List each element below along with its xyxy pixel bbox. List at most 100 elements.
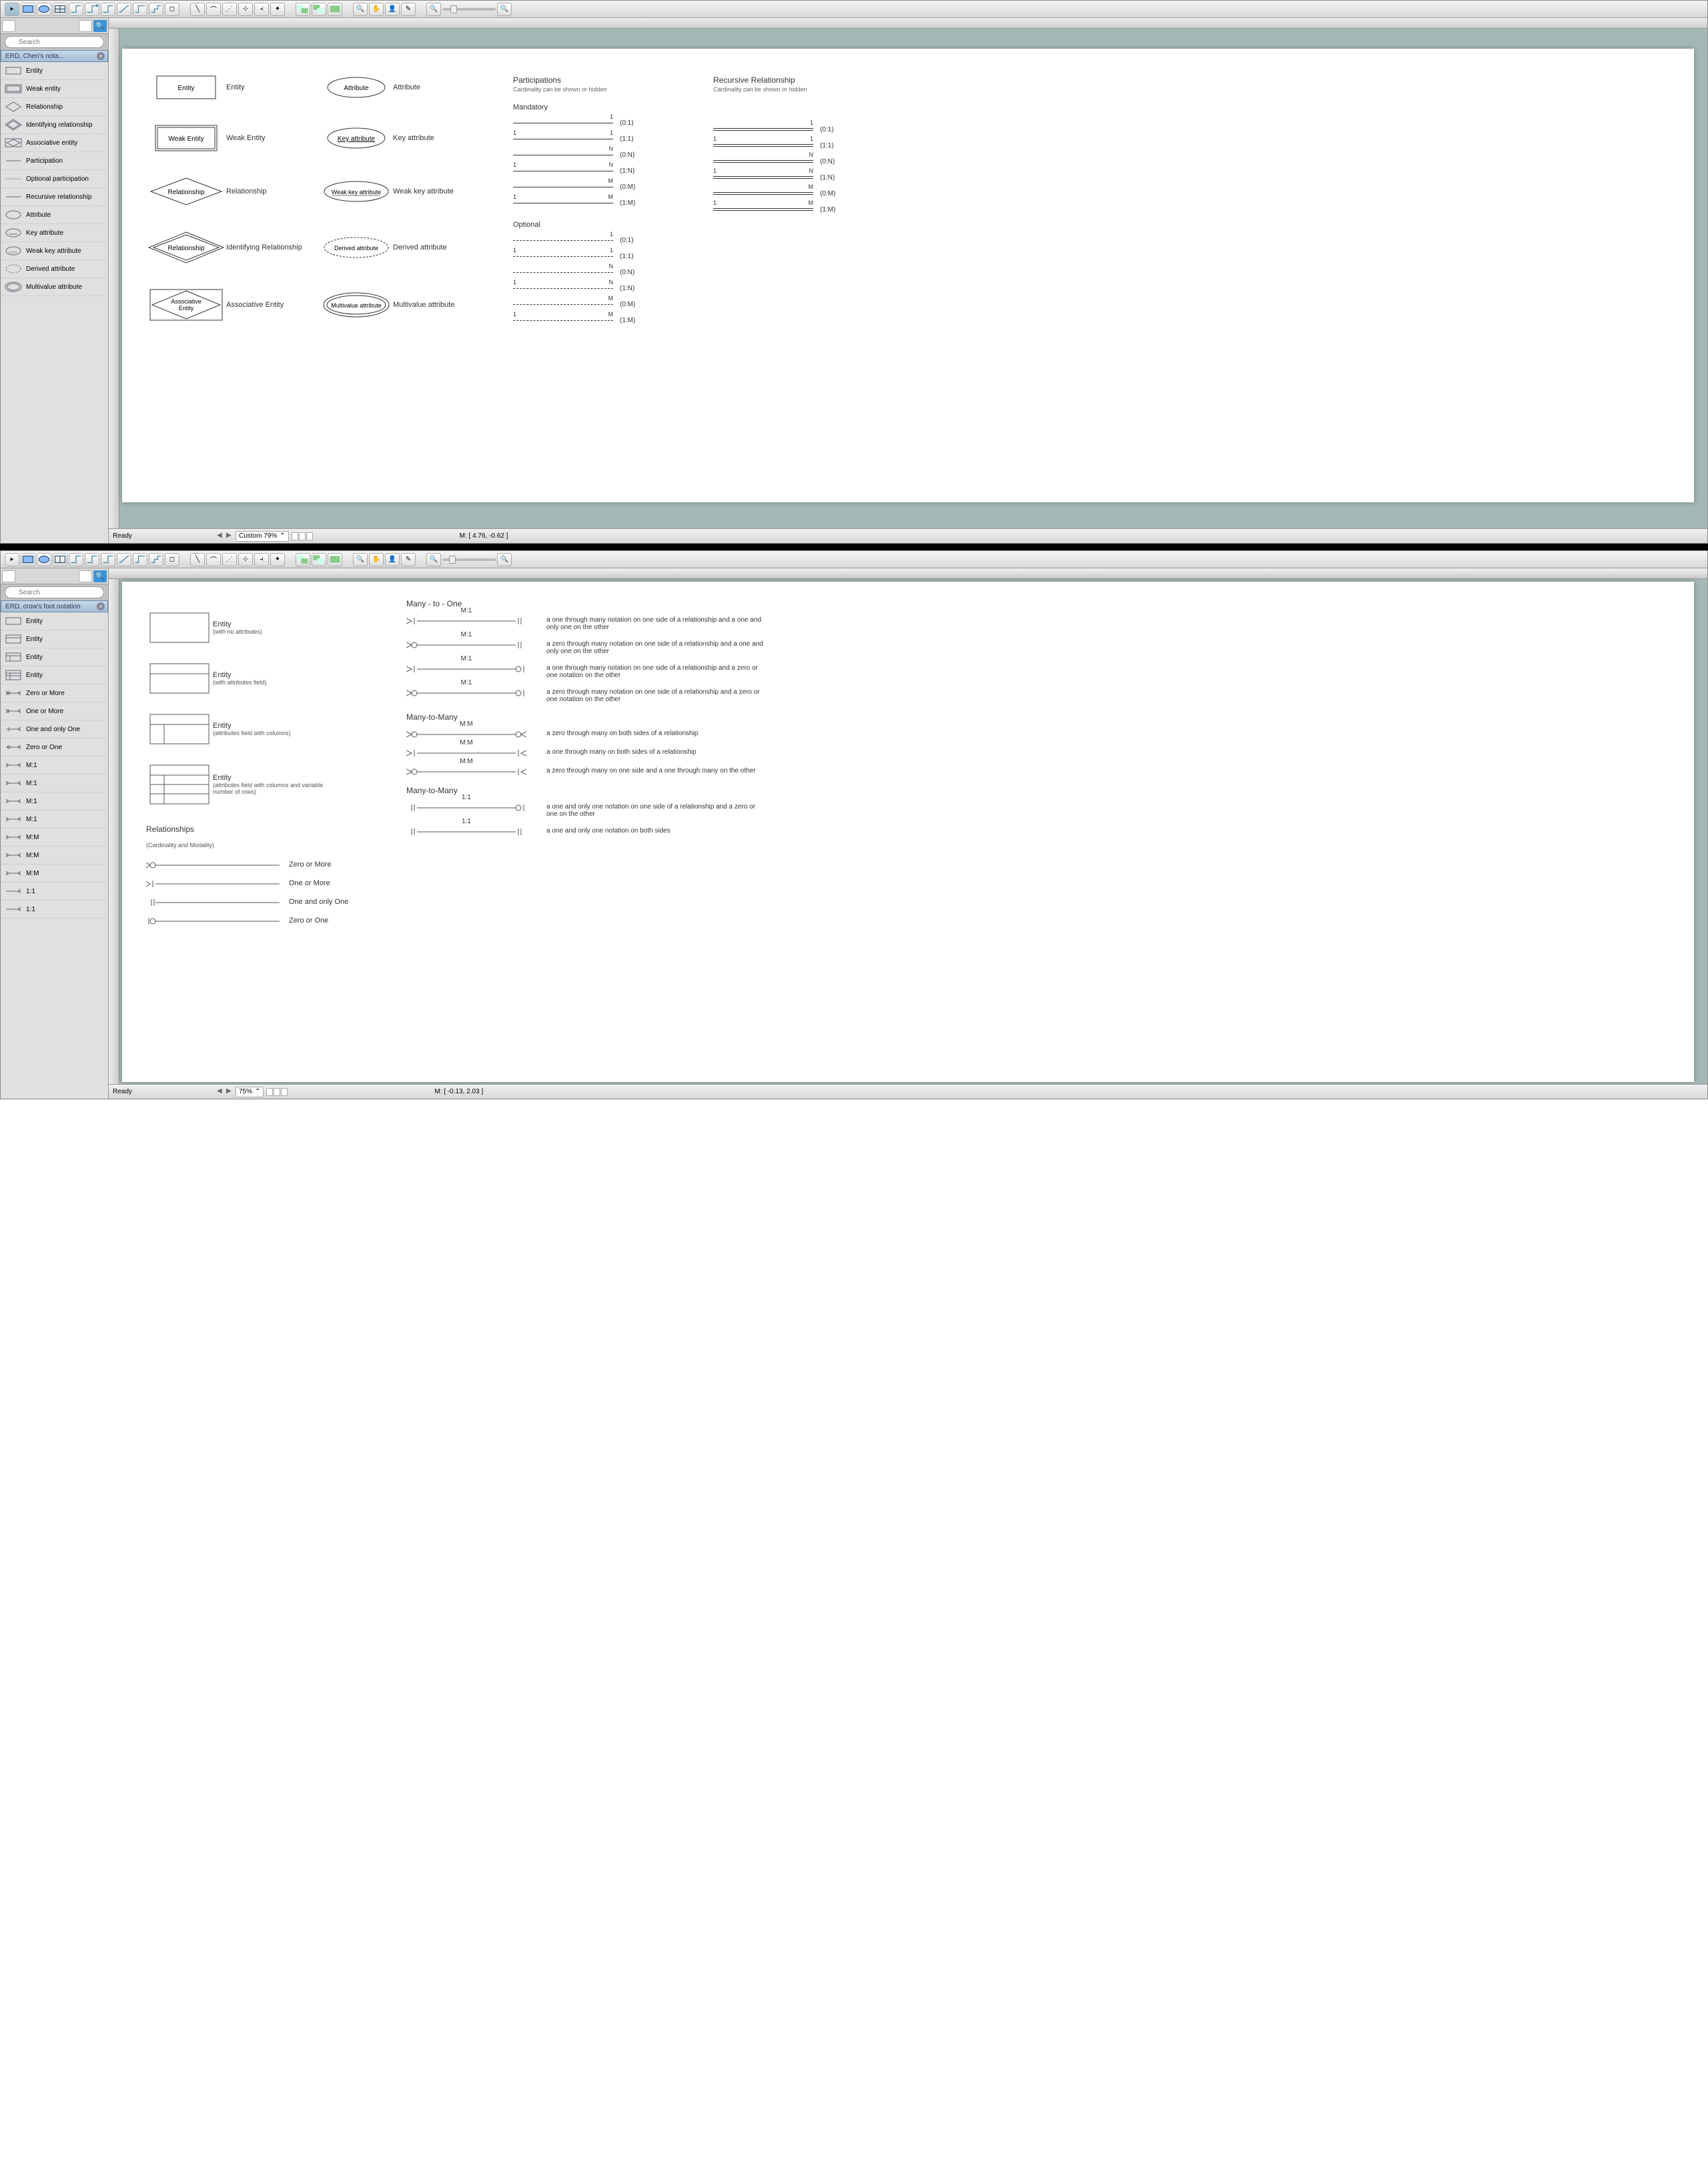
- canvas[interactable]: Entity Entity Attribute AttributeWeak En…: [122, 49, 1694, 502]
- line-tool-2[interactable]: ⌒: [206, 553, 221, 566]
- page-layout-3[interactable]: [281, 1088, 288, 1096]
- text-tool[interactable]: ◻: [165, 553, 179, 566]
- line-tool-4[interactable]: ⊹: [238, 553, 253, 566]
- zoom-slider[interactable]: [442, 558, 496, 561]
- participation-row[interactable]: 11 (1:1): [513, 133, 700, 145]
- rel-line[interactable]: [146, 917, 280, 926]
- hand-tool[interactable]: ✋: [369, 3, 384, 16]
- participation-row[interactable]: 1 (0:1): [513, 234, 700, 246]
- library-item[interactable]: Entity: [1, 612, 108, 630]
- participation-row[interactable]: 11 (1:1): [713, 139, 900, 151]
- library-item[interactable]: Zero or More: [1, 684, 108, 702]
- zoom-out[interactable]: 🔍: [426, 553, 441, 566]
- library-item[interactable]: One or More: [1, 702, 108, 720]
- connector-tool-2[interactable]: [85, 3, 99, 16]
- page-layout-1[interactable]: [266, 1088, 273, 1096]
- rel-line[interactable]: 1:1: [406, 803, 526, 813]
- line-tool-2[interactable]: ⌒: [206, 3, 221, 16]
- line-tool-3[interactable]: ⋰: [222, 553, 237, 566]
- library-item[interactable]: Entity: [1, 62, 108, 80]
- connector-tool-4[interactable]: [117, 3, 131, 16]
- line-tool-6[interactable]: ✦: [270, 553, 285, 566]
- library-item[interactable]: 1:1: [1, 883, 108, 901]
- text-tool[interactable]: ◻: [165, 3, 179, 16]
- zoom-control[interactable]: Custom 79%⌃: [236, 531, 289, 542]
- search-toggle[interactable]: 🔍: [93, 570, 107, 582]
- stamp-tool[interactable]: 👤: [385, 553, 400, 566]
- zoom-control[interactable]: 75%⌃: [236, 1087, 264, 1097]
- attr-shape-2[interactable]: Weak key attribute: [320, 180, 393, 203]
- connector-tool-6[interactable]: [149, 3, 163, 16]
- participation-row[interactable]: 1N (1:N): [513, 282, 700, 294]
- close-library-icon[interactable]: ×: [97, 602, 105, 610]
- library-item[interactable]: Key attribute: [1, 224, 108, 242]
- library-item[interactable]: Relationship: [1, 98, 108, 116]
- library-header[interactable]: ERD, crow's foot notation ×: [1, 600, 108, 612]
- participation-row[interactable]: 1M (1:M): [513, 314, 700, 326]
- participation-row[interactable]: 1N (1:N): [713, 171, 900, 183]
- zoom-tool[interactable]: 🔍: [353, 3, 368, 16]
- library-item[interactable]: Optional participation: [1, 170, 108, 188]
- library-item[interactable]: Entity: [1, 648, 108, 666]
- connector-tool-6[interactable]: [149, 553, 163, 566]
- library-item[interactable]: Participation: [1, 152, 108, 170]
- participation-row[interactable]: M (0:M): [513, 181, 700, 193]
- library-item[interactable]: M:M: [1, 865, 108, 883]
- line-tool-6[interactable]: ✦: [270, 3, 285, 16]
- participation-row[interactable]: M (0:M): [713, 187, 900, 199]
- group-tool-3[interactable]: [328, 3, 342, 16]
- library-item[interactable]: Entity: [1, 666, 108, 684]
- page-next[interactable]: ▶: [226, 532, 236, 541]
- group-tool-2[interactable]: [312, 3, 326, 16]
- attr-shape-1[interactable]: Key attribute: [320, 127, 393, 149]
- connector-tool-4[interactable]: [117, 553, 131, 566]
- line-tool-1[interactable]: ╲: [190, 553, 205, 566]
- grid-view-btn[interactable]: [79, 20, 92, 32]
- participation-row[interactable]: 1 (0:1): [513, 117, 700, 129]
- rel-line[interactable]: M:M: [406, 767, 526, 776]
- ellipse-tool[interactable]: [37, 553, 51, 566]
- attr-shape-0[interactable]: Attribute: [320, 76, 393, 99]
- connector-tool-3[interactable]: [101, 3, 115, 16]
- group-tool-1[interactable]: [296, 553, 310, 566]
- page-layout-3[interactable]: [306, 532, 313, 540]
- library-item[interactable]: Derived attribute: [1, 260, 108, 278]
- shape-3[interactable]: Relationship: [146, 231, 226, 263]
- entity-shape[interactable]: [146, 764, 213, 804]
- library-item[interactable]: Associative entity: [1, 134, 108, 152]
- rel-line[interactable]: [146, 898, 280, 907]
- participation-row[interactable]: 11 (1:1): [513, 250, 700, 262]
- stamp-tool[interactable]: 👤: [385, 3, 400, 16]
- rel-line[interactable]: 1:1: [406, 827, 526, 837]
- line-tool-4[interactable]: ⊹: [238, 3, 253, 16]
- connector-tool-5[interactable]: [133, 553, 147, 566]
- library-item[interactable]: 1:1: [1, 901, 108, 919]
- zoom-slider[interactable]: [442, 8, 496, 11]
- ellipse-tool[interactable]: [37, 3, 51, 16]
- library-item[interactable]: M:1: [1, 792, 108, 811]
- participation-row[interactable]: 1N (1:N): [513, 165, 700, 177]
- shape-2[interactable]: Relationship: [146, 177, 226, 206]
- rel-line[interactable]: M:M: [406, 730, 526, 739]
- entity-shape[interactable]: [146, 612, 213, 643]
- line-tool-5[interactable]: ⫞: [254, 553, 269, 566]
- participation-row[interactable]: N (0:N): [513, 149, 700, 161]
- shape-0[interactable]: Entity: [146, 75, 226, 99]
- shape-4[interactable]: AssociativeEntity: [146, 289, 226, 321]
- participation-row[interactable]: M (0:M): [513, 298, 700, 310]
- group-tool-1[interactable]: [296, 3, 310, 16]
- eyedropper-tool[interactable]: ✎: [401, 553, 416, 566]
- canvas[interactable]: Entity(with no attributes) Entity(with a…: [122, 582, 1694, 1082]
- line-tool-3[interactable]: ⋰: [222, 3, 237, 16]
- rel-line[interactable]: M:M: [406, 748, 526, 758]
- shape-1[interactable]: Weak Entity: [146, 125, 226, 151]
- group-tool-3[interactable]: [328, 553, 342, 566]
- library-item[interactable]: M:1: [1, 774, 108, 792]
- rel-line[interactable]: [146, 861, 280, 870]
- zoom-in[interactable]: 🔍: [497, 3, 512, 16]
- page-layout-2[interactable]: [274, 1088, 280, 1096]
- eyedropper-tool[interactable]: ✎: [401, 3, 416, 16]
- library-item[interactable]: M:1: [1, 811, 108, 829]
- library-item[interactable]: M:M: [1, 847, 108, 865]
- participation-row[interactable]: N (0:N): [713, 155, 900, 167]
